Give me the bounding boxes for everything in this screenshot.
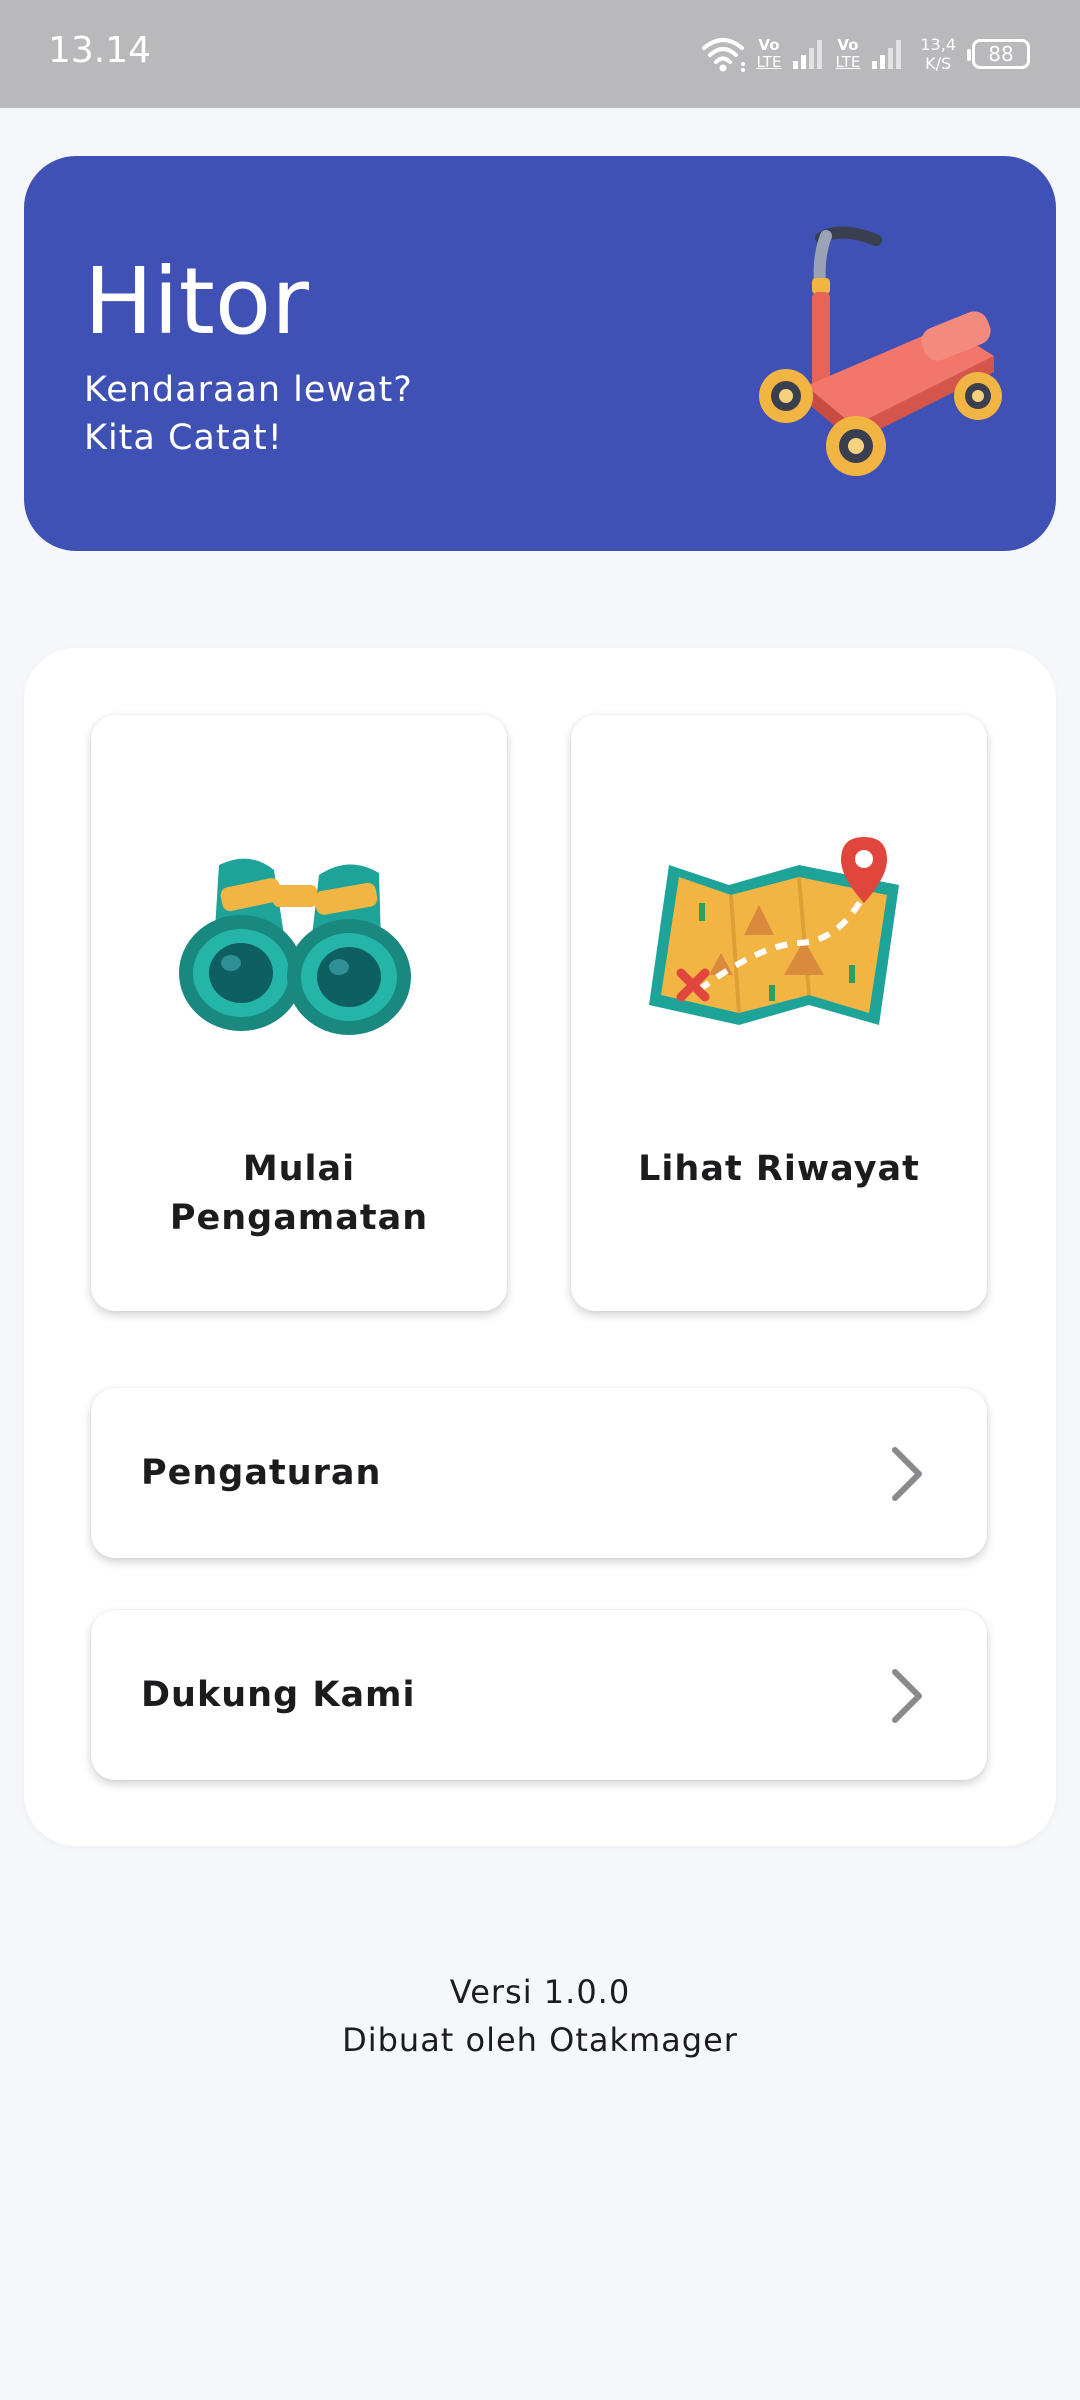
- battery-level: 88: [988, 42, 1014, 66]
- status-time: 13.14: [48, 30, 152, 71]
- volte-bottom: LTE: [756, 53, 782, 71]
- app-title: Hitor: [84, 248, 309, 355]
- app-tagline: Kendaraan lewat? Kita Catat!: [84, 366, 413, 462]
- version-text: Versi 1.0.0: [449, 1973, 631, 2011]
- volte-badge: Vo LTE: [757, 37, 782, 71]
- header-banner: Hitor Kendaraan lewat? Kita Catat!: [24, 156, 1056, 551]
- binoculars-icon: [179, 858, 411, 1035]
- tagline-line-2: Kita Catat!: [84, 418, 283, 458]
- wifi-icon: [701, 38, 745, 72]
- view-history-label: Lihat Riwayat: [638, 1149, 920, 1189]
- network-speed-value: 13,4: [920, 35, 956, 54]
- volte-bottom-2: LTE: [835, 53, 861, 71]
- status-icons: Vo LTE Vo LTE 13,4 K/S 88: [701, 28, 1030, 80]
- signal-icon: [793, 40, 823, 69]
- volte-badge-2: Vo LTE: [835, 37, 860, 71]
- settings-button[interactable]: Pengaturan: [91, 1388, 987, 1558]
- footer: Versi 1.0.0 Dibuat oleh Otakmager: [0, 1968, 1080, 2064]
- network-speed: 13,4 K/S: [920, 35, 956, 73]
- view-history-button[interactable]: Lihat Riwayat: [571, 715, 987, 1311]
- start-observation-label-line-1: Mulai: [242, 1149, 356, 1189]
- volte-top-2: Vo: [837, 36, 859, 54]
- start-observation-label-line-2: Pengamatan: [169, 1198, 429, 1238]
- support-us-button[interactable]: Dukung Kami: [91, 1610, 987, 1780]
- kick-scooter-icon: [759, 226, 1002, 476]
- credit-text: Dibuat oleh Otakmager: [342, 2021, 738, 2059]
- battery-icon: 88: [967, 39, 1030, 69]
- start-observation-label: Mulai Pengamatan: [111, 1145, 487, 1243]
- chevron-right-icon: [892, 1669, 922, 1723]
- network-speed-unit: K/S: [925, 54, 952, 73]
- tagline-line-1: Kendaraan lewat?: [84, 370, 413, 410]
- support-us-label: Dukung Kami: [141, 1675, 416, 1715]
- signal-icon: [872, 40, 902, 69]
- treasure-map-icon: [649, 837, 899, 1025]
- start-observation-button[interactable]: Mulai Pengamatan: [91, 715, 507, 1311]
- main-menu-card: Mulai Pengamatan Lihat Riwayat Pengatura…: [24, 648, 1056, 1846]
- volte-top: Vo: [758, 36, 780, 54]
- chevron-right-icon: [892, 1447, 922, 1501]
- settings-label: Pengaturan: [141, 1453, 382, 1493]
- status-bar: 13.14 Vo LTE Vo LTE 13,4 K/S 88: [0, 0, 1080, 108]
